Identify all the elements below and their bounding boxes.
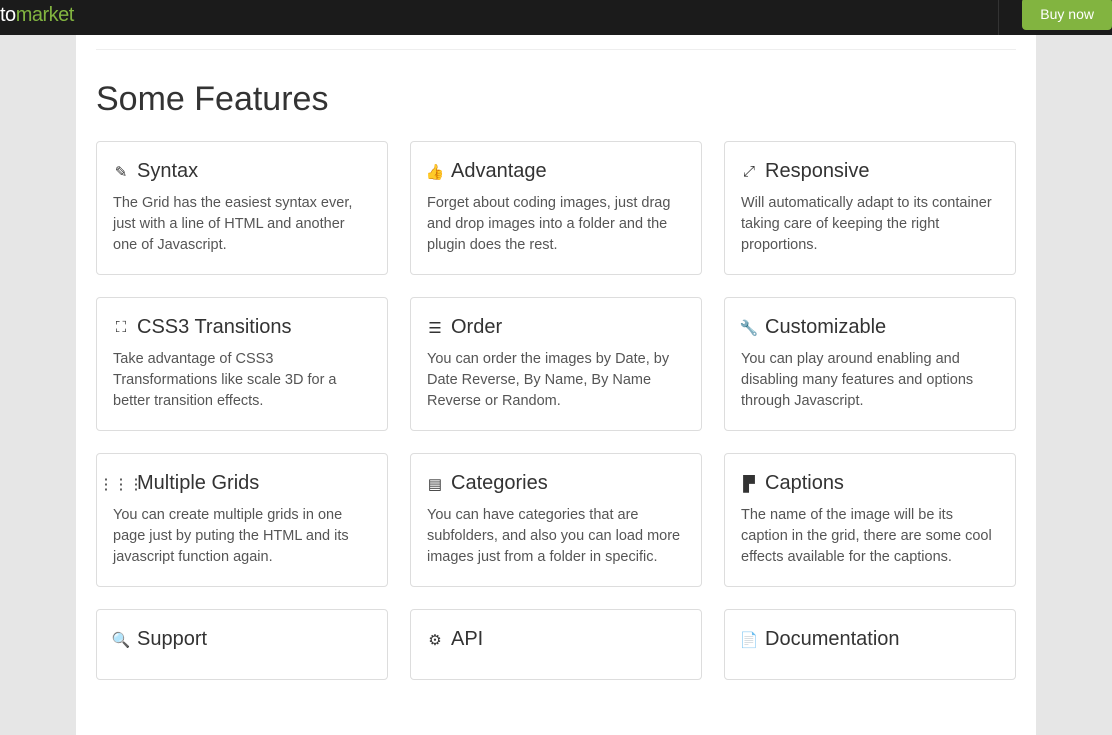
buy-wrap: Buy now <box>998 0 1112 35</box>
pencil-icon: ✎ <box>113 163 129 181</box>
feature-card: ⋮⋮⋮ Multiple Grids You can create multiple… <box>96 453 388 587</box>
feature-title: 🔍 Support <box>113 628 371 651</box>
feature-title: ☰ Order <box>427 316 685 339</box>
feature-description: You can create multiple grids in one pag… <box>113 505 371 568</box>
feature-title-text: Advantage <box>451 160 547 183</box>
thumbs-up-icon: 👍 <box>427 163 443 181</box>
feature-title: ⚙ API <box>427 628 685 651</box>
feature-title-text: Documentation <box>765 628 900 651</box>
feature-title-text: API <box>451 628 483 651</box>
expand-icon: ⤢ <box>741 163 757 180</box>
feature-title-text: Customizable <box>765 316 886 339</box>
feature-title: 🔧 Customizable <box>741 316 999 339</box>
feature-title-text: CSS3 Transitions <box>137 316 292 339</box>
feature-card: 🔧 Customizable You can play around enablin… <box>724 297 1016 431</box>
feature-title-text: Multiple Grids <box>137 472 259 495</box>
page-container: Some Features ✎ Syntax The Grid has the ea… <box>76 35 1036 735</box>
wrench-icon: 🔧 <box>741 319 757 337</box>
buy-now-button[interactable]: Buy now <box>1022 0 1112 30</box>
section-title: Some Features <box>96 80 1016 119</box>
feature-title-text: Captions <box>765 472 844 495</box>
feature-description: Forget about coding images, just drag an… <box>427 193 685 256</box>
grid-icon: ⋮⋮⋮ <box>113 475 129 493</box>
feature-title-text: Support <box>137 628 207 651</box>
fullscreen-icon: ⛶ <box>113 319 129 336</box>
gear-icon: ⚙ <box>427 631 443 649</box>
feature-description: You can order the images by Date, by Dat… <box>427 349 685 412</box>
feature-description: Will automatically adapt to its containe… <box>741 193 999 256</box>
feature-card: 👍 Advantage Forget about coding images, ju… <box>410 141 702 275</box>
feature-title: ▛ Captions <box>741 472 999 495</box>
feature-description: The Grid has the easiest syntax ever, ju… <box>113 193 371 256</box>
feature-description: You can play around enabling and disabli… <box>741 349 999 412</box>
feature-title-text: Responsive <box>765 160 870 183</box>
brand-suffix: market <box>16 4 74 26</box>
feature-description: You can have categories that are subfold… <box>427 505 685 568</box>
feature-title: ⛶ CSS3 Transitions <box>113 316 371 339</box>
feature-title: 📄 Documentation <box>741 628 999 651</box>
feature-card: ⛶ CSS3 Transitions Take advantage of CSS3 … <box>96 297 388 431</box>
divider <box>96 49 1016 50</box>
brand-prefix: to <box>0 4 16 26</box>
brand-logo: tomarket <box>0 4 74 27</box>
feature-card: ▤ Categories You can have categories that … <box>410 453 702 587</box>
feature-title: ⋮⋮⋮ Multiple Grids <box>113 472 371 495</box>
search-icon: 🔍 <box>113 631 129 649</box>
feature-card: ⤢ Responsive Will automatically adapt to i… <box>724 141 1016 275</box>
feature-title-text: Syntax <box>137 160 198 183</box>
feature-card: ▛ Captions The name of the image will be i… <box>724 453 1016 587</box>
feature-title-text: Categories <box>451 472 548 495</box>
top-bar: tomarket Buy now <box>0 0 1112 35</box>
feature-title: ▤ Categories <box>427 472 685 495</box>
feature-card: ☰ Order You can order the images by Date, … <box>410 297 702 431</box>
categories-icon: ▤ <box>427 475 443 493</box>
feature-title: ⤢ Responsive <box>741 160 999 183</box>
feature-title-text: Order <box>451 316 502 339</box>
list-icon: ☰ <box>427 319 443 337</box>
feature-title: ✎ Syntax <box>113 160 371 183</box>
feature-description: Take advantage of CSS3 Transformations l… <box>113 349 371 412</box>
feature-title: 👍 Advantage <box>427 160 685 183</box>
file-icon: 📄 <box>741 631 757 649</box>
feature-description: The name of the image will be its captio… <box>741 505 999 568</box>
features-grid: ✎ Syntax The Grid has the easiest syntax e… <box>96 141 1016 680</box>
feature-card: ✎ Syntax The Grid has the easiest syntax e… <box>96 141 388 275</box>
caption-icon: ▛ <box>741 475 757 493</box>
